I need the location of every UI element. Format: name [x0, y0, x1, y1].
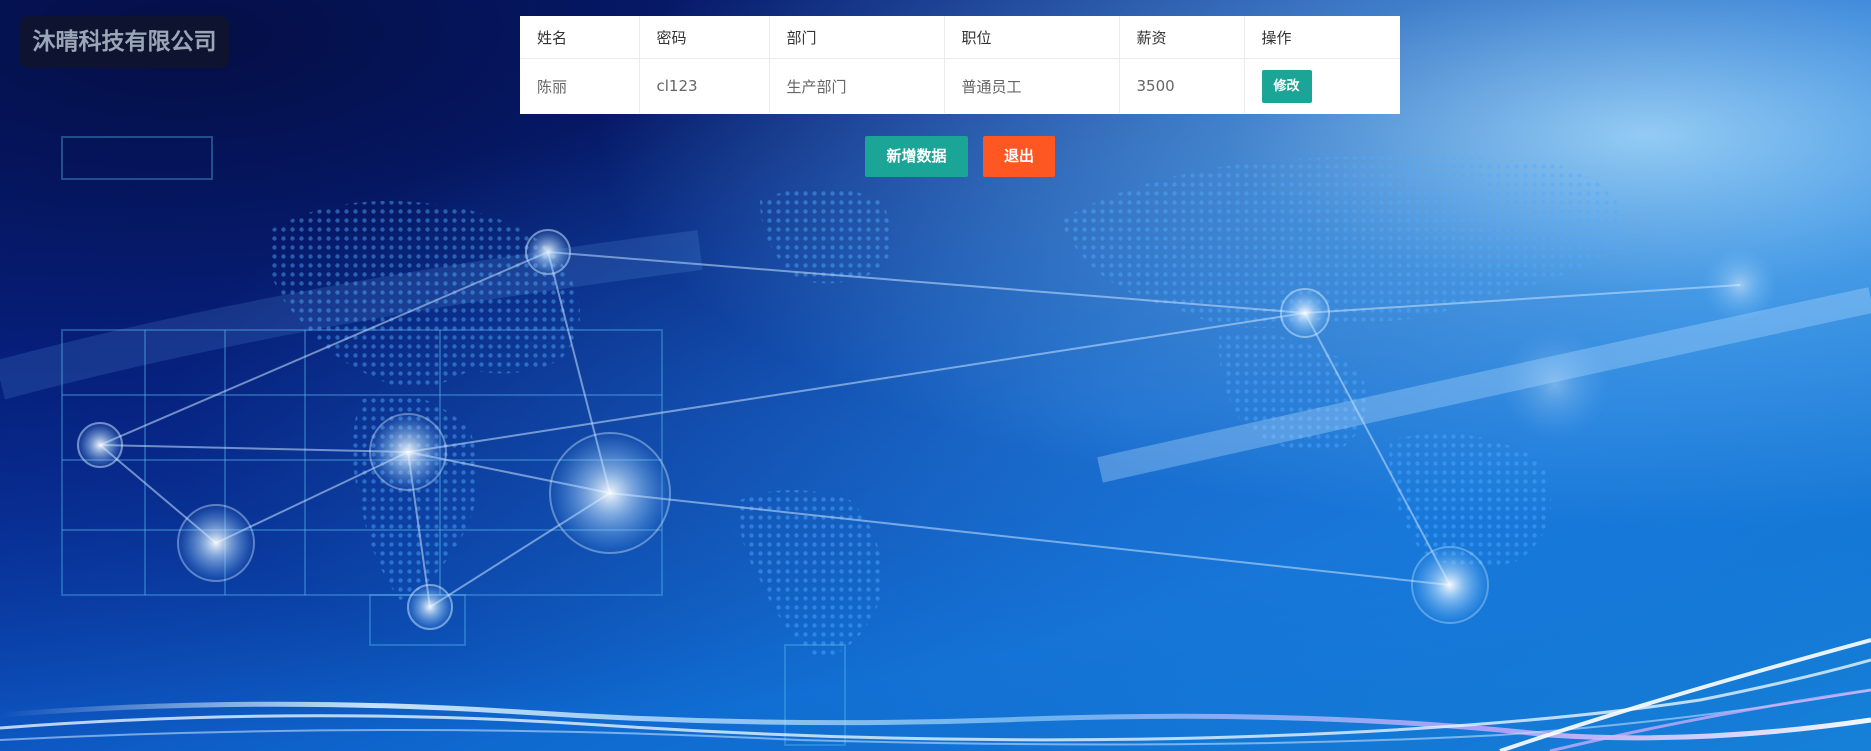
cell-password: cl123: [639, 58, 770, 113]
action-button-row: 新增数据 退出: [865, 136, 1055, 177]
add-data-button[interactable]: 新增数据: [865, 136, 968, 177]
employee-table-panel: 姓名 密码 部门 职位 薪资 操作 陈丽 cl123 生产部门 普通员工 350…: [520, 16, 1400, 114]
cell-action: 修改: [1244, 59, 1400, 114]
edit-button[interactable]: 修改: [1261, 69, 1312, 103]
exit-button[interactable]: 退出: [983, 136, 1055, 177]
employee-table: 姓名 密码 部门 职位 薪资 操作 陈丽 cl123 生产部门 普通员工 350…: [520, 16, 1400, 113]
cell-department: 生产部门: [769, 58, 945, 113]
column-header-salary: 薪资: [1119, 16, 1245, 59]
table-row: 陈丽 cl123 生产部门 普通员工 3500 修改: [520, 58, 1400, 114]
column-header-name: 姓名: [520, 16, 640, 59]
column-header-position: 职位: [944, 16, 1120, 59]
column-header-password: 密码: [639, 16, 770, 59]
cell-salary: 3500: [1119, 58, 1245, 113]
table-header-row: 姓名 密码 部门 职位 薪资 操作: [520, 16, 1400, 59]
column-header-action: 操作: [1244, 16, 1400, 59]
company-logo: 沐晴科技有限公司: [20, 16, 229, 68]
column-header-department: 部门: [769, 16, 945, 59]
page-background: 沐晴科技有限公司 姓名 密码 部门 职位 薪资 操作 陈丽 cl123 生产部门…: [0, 0, 1871, 751]
cell-name: 陈丽: [520, 58, 640, 113]
cell-position: 普通员工: [944, 58, 1120, 113]
